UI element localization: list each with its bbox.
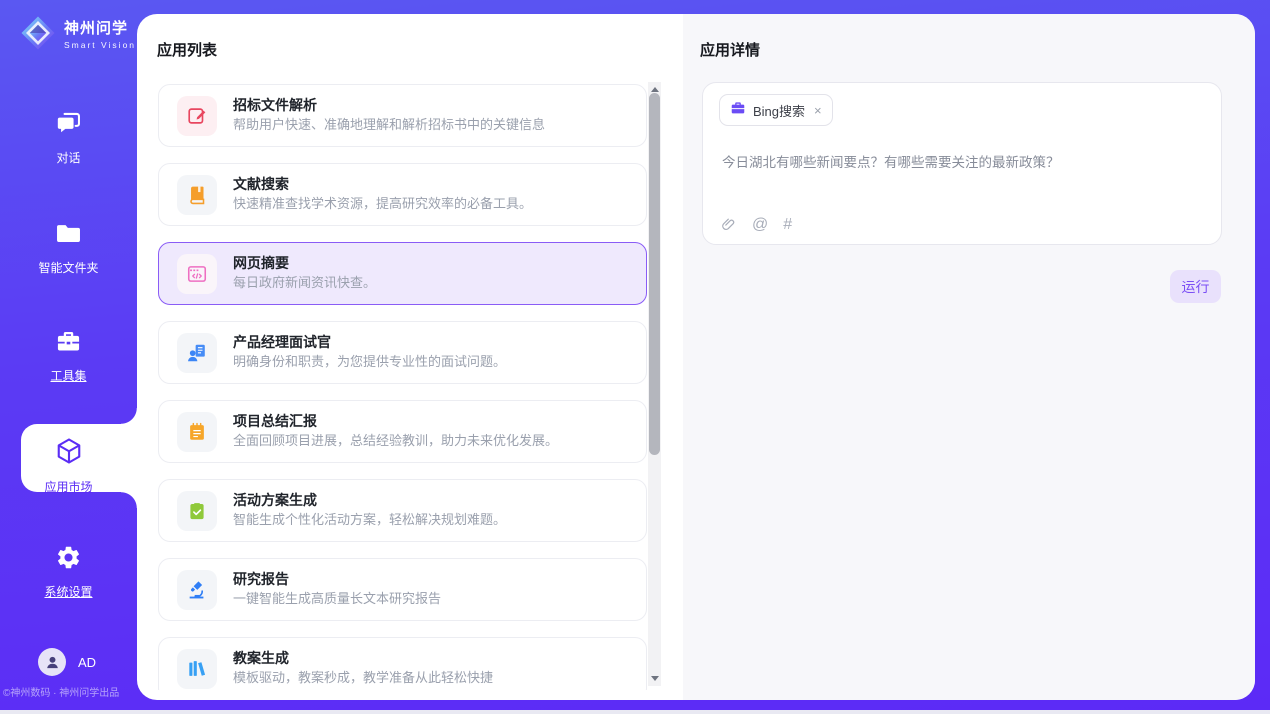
app-card-description: 一键智能生成高质量长文本研究报告 — [233, 591, 441, 608]
app-card-title: 活动方案生成 — [233, 492, 506, 510]
sidebar-item-label: 系统设置 — [44, 583, 92, 600]
app-window: 神州问学 Smart Vision 对话智能文件夹工具集应用市场系统设置 AD … — [0, 0, 1270, 714]
app-card[interactable]: 招标文件解析帮助用户快速、准确地理解和解析招标书中的关键信息 — [158, 84, 647, 147]
app-list-title: 应用列表 — [157, 39, 217, 60]
app-card[interactable]: 项目总结汇报全面回顾项目进展，总结经验教训，助力未来优化发展。 — [158, 400, 647, 463]
toolbox-icon — [55, 328, 82, 360]
app-card-title: 研究报告 — [233, 571, 441, 589]
brand-diamond-icon — [20, 15, 56, 51]
app-card-title: 网页摘要 — [233, 255, 376, 273]
sidebar-item-toolbox[interactable]: 工具集 — [0, 328, 137, 384]
user-row[interactable]: AD — [38, 648, 96, 676]
close-icon[interactable]: × — [814, 103, 822, 118]
run-button[interactable]: 运行 — [1170, 270, 1221, 303]
sidebar-item-cube[interactable]: 应用市场 — [0, 436, 137, 495]
bottom-strip — [0, 710, 1270, 714]
app-card-description: 全面回顾项目进展，总结经验教训，助力未来优化发展。 — [233, 433, 558, 450]
brand-name: 神州问学 — [64, 17, 136, 38]
hash-icon[interactable]: # — [783, 217, 792, 233]
book-icon — [177, 175, 217, 215]
app-card-description: 智能生成个性化活动方案，轻松解决规划难题。 — [233, 512, 506, 529]
app-card-description: 帮助用户快速、准确地理解和解析招标书中的关键信息 — [233, 117, 545, 134]
sidebar-item-folder[interactable]: 智能文件夹 — [0, 220, 137, 276]
app-card-title: 项目总结汇报 — [233, 413, 558, 431]
sidebar-item-label: 智能文件夹 — [38, 259, 98, 276]
tool-chip-bing-search[interactable]: Bing搜索 × — [719, 94, 833, 126]
app-card-description: 快速精准查找学术资源，提高研究效率的必备工具。 — [233, 196, 532, 213]
chat-icon — [55, 110, 82, 142]
paperclip-icon[interactable] — [720, 216, 737, 233]
app-card-title: 产品经理面试官 — [233, 334, 506, 352]
scrollbar[interactable] — [648, 82, 661, 686]
prompt-card: Bing搜索 × 今日湖北有哪些新闻要点？有哪些需要关注的最新政策？ @# — [702, 82, 1222, 245]
sidebar-item-label: 工具集 — [50, 367, 86, 384]
tool-chip-label: Bing搜索 — [753, 101, 805, 120]
sidebar-item-label: 对话 — [56, 149, 80, 166]
app-card[interactable]: 教案生成模板驱动，教案秒成，教学准备从此轻松快捷 — [158, 637, 647, 690]
folder-icon — [55, 220, 82, 252]
scrollbar-up-arrow[interactable] — [651, 87, 659, 92]
app-card[interactable]: 文献搜索快速精准查找学术资源，提高研究效率的必备工具。 — [158, 163, 647, 226]
sidebar-item-chat[interactable]: 对话 — [0, 110, 137, 166]
app-card-title: 文献搜索 — [233, 176, 532, 194]
attachment-toolbar: @# — [720, 216, 792, 233]
app-card-description: 每日政府新闻资讯快查。 — [233, 275, 376, 292]
microscope-icon — [177, 570, 217, 610]
brand-logo: 神州问学 Smart Vision — [20, 15, 136, 51]
avatar[interactable] — [38, 648, 66, 676]
books-icon — [177, 649, 217, 689]
copyright-text: ©神州数码 · 神州问学出品 — [3, 684, 119, 699]
gear-icon — [55, 544, 82, 576]
interviewer-icon — [177, 333, 217, 373]
clipboard-check-icon — [177, 491, 217, 531]
app-card[interactable]: 产品经理面试官明确身份和职责，为您提供专业性的面试问题。 — [158, 321, 647, 384]
scrollbar-thumb[interactable] — [649, 93, 660, 455]
app-card-description: 模板驱动，教案秒成，教学准备从此轻松快捷 — [233, 670, 493, 687]
scrollbar-down-arrow[interactable] — [651, 676, 659, 681]
browser-code-icon — [177, 254, 217, 294]
prompt-text[interactable]: 今日湖北有哪些新闻要点？有哪些需要关注的最新政策？ — [722, 151, 1202, 171]
notepad-icon — [177, 412, 217, 452]
sidebar-item-gear[interactable]: 系统设置 — [0, 544, 137, 600]
sidebar-item-label: 应用市场 — [44, 478, 92, 495]
app-card-description: 明确身份和职责，为您提供专业性的面试问题。 — [233, 354, 506, 371]
cube-icon — [54, 436, 84, 471]
app-card-title: 招标文件解析 — [233, 97, 545, 115]
app-card[interactable]: 网页摘要每日政府新闻资讯快查。 — [158, 242, 647, 305]
pencil-square-icon — [177, 96, 217, 136]
user-initials: AD — [78, 655, 96, 670]
app-card[interactable]: 研究报告一键智能生成高质量长文本研究报告 — [158, 558, 647, 621]
app-detail-title: 应用详情 — [700, 39, 760, 60]
at-icon[interactable]: @ — [752, 217, 768, 233]
app-card[interactable]: 活动方案生成智能生成个性化活动方案，轻松解决规划难题。 — [158, 479, 647, 542]
briefcase-icon — [730, 100, 746, 121]
app-list: 招标文件解析帮助用户快速、准确地理解和解析招标书中的关键信息文献搜索快速精准查找… — [158, 84, 647, 690]
brand-tagline: Smart Vision — [64, 40, 136, 50]
app-card-title: 教案生成 — [233, 650, 493, 668]
